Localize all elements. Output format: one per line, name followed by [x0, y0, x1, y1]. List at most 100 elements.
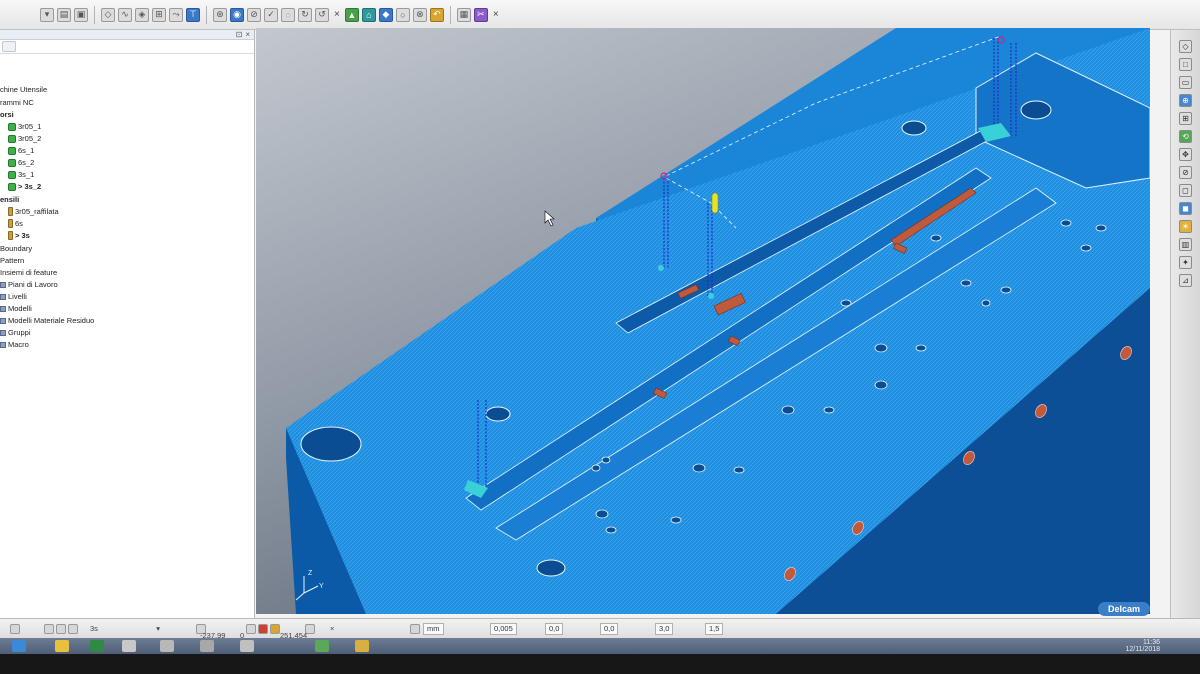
tool-selector[interactable]: 3s ▾ [90, 622, 160, 635]
reset-icon[interactable]: ↶ [429, 7, 444, 22]
chrome-icon[interactable] [55, 640, 69, 652]
app-icon[interactable] [200, 640, 214, 652]
disk-icon[interactable]: ▦ [456, 7, 471, 22]
app-icon[interactable] [355, 640, 369, 652]
tree-item-toolpath[interactable]: 6s_2 [8, 157, 34, 168]
tree-item-label: Modelli [8, 304, 32, 313]
model-icon [0, 305, 6, 312]
compass-icon[interactable]: ✦ [1179, 256, 1192, 269]
tree-item-models[interactable]: Modelli [0, 303, 32, 314]
workplane-icon[interactable]: ⊞ [152, 7, 166, 22]
undo-icon[interactable]: ↺ [315, 7, 329, 22]
tree-item-boundary[interactable]: Boundary [0, 243, 32, 254]
clock-time: 11:36 [1143, 639, 1160, 646]
thickness-field[interactable]: 0,0 [545, 622, 564, 635]
tree-item-tool-active[interactable]: > 3s [8, 230, 30, 241]
stepdown-value: 1,5 [709, 624, 720, 633]
tool-icon[interactable]: ⊤ [186, 7, 200, 22]
view-icon[interactable]: ◆ [378, 7, 393, 22]
verify-icon[interactable]: ◌ [281, 7, 295, 22]
boundary-icon[interactable]: ◇ [101, 7, 115, 22]
leads-links-icon[interactable]: ⌂ [361, 7, 376, 22]
status-icon[interactable]: ○ [395, 7, 410, 22]
separator [206, 5, 207, 24]
zoom-icon[interactable]: ⊕ [1179, 94, 1192, 107]
stock-model-icon[interactable]: ▲ [344, 7, 359, 22]
check-icon[interactable]: ✓ [264, 7, 278, 22]
measure-icon[interactable]: ⊿ [1179, 274, 1192, 287]
tree-item-toolpath[interactable]: 6s_1 [8, 145, 34, 156]
shaded-icon[interactable]: ◼ [1179, 202, 1192, 215]
stepdown-field[interactable]: 1,5 [705, 622, 724, 635]
zoom-fit-icon[interactable]: ⊞ [1179, 112, 1192, 125]
app-icon[interactable] [240, 640, 254, 652]
units-field[interactable]: mm [410, 622, 444, 635]
powermill-icon[interactable] [315, 640, 329, 652]
excel-icon[interactable] [90, 640, 104, 652]
chevron-down-icon: ▾ [156, 624, 160, 633]
tree-item-machine-tool[interactable]: chine Utensile [0, 84, 47, 95]
feature-icon[interactable]: ◈ [135, 7, 149, 22]
hole [485, 406, 511, 422]
tree-item-toolpath[interactable]: 3s_1 [8, 169, 34, 180]
tree-item-label: ensili [0, 195, 20, 204]
view-iso-icon[interactable]: ◇ [1179, 40, 1192, 53]
system-clock[interactable]: 11:36 12/11/2018 [1125, 639, 1160, 653]
shading-icon[interactable]: ◉ [230, 7, 244, 22]
view-top-icon[interactable]: □ [1179, 58, 1192, 71]
layer-icons[interactable] [44, 622, 78, 635]
cancel-icon[interactable]: ⊗ [412, 7, 427, 22]
toolpath-status-icons[interactable] [246, 622, 280, 635]
start-icon[interactable] [12, 640, 26, 652]
pin-icon[interactable]: ⊡ [236, 30, 243, 39]
light-icon[interactable]: ☀ [1179, 220, 1192, 233]
tree-item-toolpath-active[interactable]: > 3s_2 [8, 181, 41, 192]
graphics-viewport[interactable]: Z Y [256, 28, 1150, 614]
open-icon[interactable]: ▤ [57, 7, 71, 22]
wireframe-icon[interactable]: ◻ [1179, 184, 1192, 197]
tree-item-pattern[interactable]: Pattern [0, 255, 24, 266]
dropdown-arrow-icon[interactable]: ▾ [40, 7, 54, 22]
close-toolbar-button[interactable]: × [332, 9, 342, 20]
tool-icon [8, 207, 13, 216]
tolerance-field[interactable]: 0,005 [490, 622, 517, 635]
explorer-icon[interactable] [122, 640, 136, 652]
tools-icon[interactable]: ✂ [473, 7, 488, 22]
pan-icon[interactable]: ✥ [1179, 148, 1192, 161]
magnet-icon[interactable] [10, 622, 20, 635]
view-front-icon[interactable]: ▭ [1179, 76, 1192, 89]
rotate-icon[interactable]: ⟲ [1179, 130, 1192, 143]
close-icon[interactable]: × [245, 30, 250, 39]
tree-item-feature-sets[interactable]: Insiemi di feature [0, 267, 57, 278]
stepover-value: 3,0 [659, 624, 670, 633]
tree-item-levels[interactable]: Livelli [0, 291, 27, 302]
tree-item-toolpath[interactable]: 3r05_1 [8, 121, 41, 132]
explorer-tabs [0, 40, 254, 54]
pattern-icon[interactable]: ∿ [118, 7, 132, 22]
explorer-tab[interactable] [2, 41, 16, 52]
axial-thickness-field[interactable]: 0,0 [600, 622, 619, 635]
tree-item-toolpaths[interactable]: orsi [0, 109, 14, 120]
stock-icon[interactable]: ▥ [1179, 238, 1192, 251]
tree-item-tool[interactable]: 6s [8, 218, 23, 229]
tree-item-toolpath[interactable]: 3r05_2 [8, 133, 41, 144]
tree-item-tools[interactable]: ensili [0, 194, 19, 205]
simulate-icon[interactable]: ⊛ [213, 7, 227, 22]
tree-item-groups[interactable]: Gruppi [0, 327, 31, 338]
close-icon[interactable]: × [330, 622, 334, 635]
tree-item-stock-models[interactable]: Modelli Materiale Residuo [0, 315, 94, 326]
tree-item-label: > 3s [15, 231, 30, 240]
hole [1020, 100, 1052, 120]
stepover-field[interactable]: 3,0 [655, 622, 674, 635]
app-icon[interactable] [160, 640, 174, 652]
redo-icon[interactable]: ↻ [298, 7, 312, 22]
tree-item-tool[interactable]: 3r05_raffilata [8, 206, 59, 217]
collision-icon[interactable]: ⊘ [247, 7, 261, 22]
tree-item-workplanes[interactable]: Piani di Lavoro [0, 279, 58, 290]
tree-item-macros[interactable]: Macro [0, 339, 29, 350]
toolpath-icon[interactable]: ⤳ [169, 7, 183, 22]
close-toolbar-button-2[interactable]: × [491, 9, 501, 20]
section-icon[interactable]: ⊘ [1179, 166, 1192, 179]
save-icon[interactable]: ▣ [74, 7, 88, 22]
tree-item-nc-programs[interactable]: rammi NC [0, 97, 34, 108]
